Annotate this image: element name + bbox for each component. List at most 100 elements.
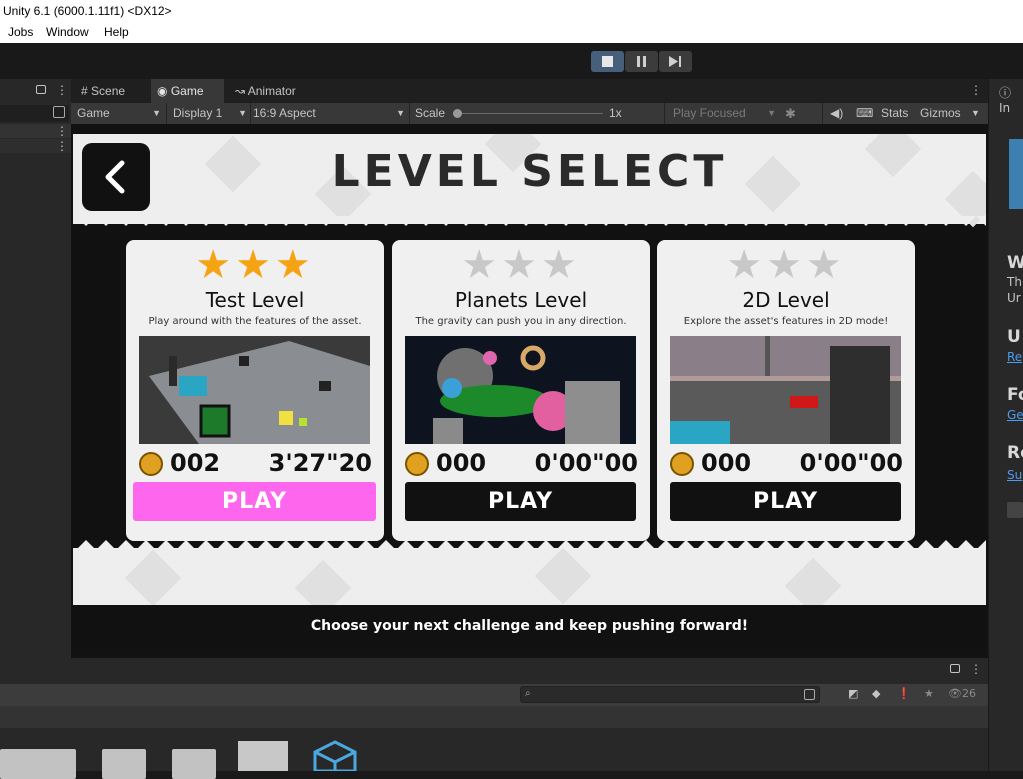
- scale-slider-handle[interactable]: [453, 109, 462, 118]
- map-asset-icon[interactable]: [238, 741, 288, 771]
- inspector-heading: U: [1007, 327, 1021, 347]
- level-thumbnail: [670, 336, 901, 444]
- dropdown-arrow-icon: ▼: [238, 108, 247, 118]
- level-thumbnail: [405, 336, 636, 444]
- tab-animator[interactable]: ↝ Animator: [229, 79, 319, 103]
- pause-icon: [637, 56, 640, 67]
- menu-jobs[interactable]: Jobs: [8, 25, 33, 39]
- pause-button[interactable]: [625, 51, 658, 72]
- project-search-input[interactable]: ⌕: [520, 686, 820, 703]
- star-empty-icon: ★: [501, 242, 541, 288]
- play-focused-dropdown[interactable]: Play Focused ▼: [673, 103, 776, 124]
- menu-window[interactable]: Window: [46, 25, 89, 39]
- keyboard-icon[interactable]: ⌨: [856, 103, 873, 124]
- inspector-link[interactable]: Ge: [1007, 408, 1023, 422]
- warning-icon[interactable]: ❗: [897, 687, 911, 700]
- inspector-heading: Re: [1007, 443, 1023, 463]
- divider: [822, 103, 823, 124]
- folder-icon[interactable]: [32, 749, 76, 779]
- gizmos-button[interactable]: Gizmos: [920, 103, 961, 124]
- inspector-text: Th: [1007, 275, 1022, 289]
- stop-icon: [602, 56, 613, 67]
- dropdown-arrow-icon: ▼: [767, 108, 776, 118]
- hierarchy-panel: ⋮ ⋮ ⋮: [0, 79, 71, 658]
- display-dropdown[interactable]: Display 1 ▼: [173, 103, 247, 124]
- star-filled-icon: ★: [195, 242, 236, 288]
- stats-button[interactable]: Stats: [881, 103, 908, 124]
- star-empty-icon: ★: [766, 242, 806, 288]
- coin-count: 000: [436, 449, 487, 477]
- step-icon: [669, 56, 681, 67]
- label-icon[interactable]: ◆: [872, 687, 880, 700]
- zigzag-edge: [73, 540, 986, 550]
- star-rating: ★★★: [392, 242, 650, 288]
- level-card: ★★★ Planets Level The gravity can push y…: [392, 240, 650, 541]
- star-empty-icon: ★: [726, 242, 767, 288]
- inspector-button[interactable]: [1007, 502, 1023, 518]
- play-button[interactable]: PLAY: [670, 482, 901, 521]
- inspector-heading: W: [1007, 253, 1023, 273]
- menu-help[interactable]: Help: [104, 25, 129, 39]
- scene-icon: #: [81, 84, 88, 98]
- star-empty-icon: ★: [461, 242, 502, 288]
- coin-icon: [670, 452, 694, 476]
- folder-icon[interactable]: [102, 749, 146, 779]
- folder-icon[interactable]: [172, 749, 216, 779]
- play-button[interactable]: PLAY: [405, 482, 636, 521]
- level-select-header: LEVEL SELECT: [73, 134, 986, 228]
- coin-icon: [405, 452, 429, 476]
- play-toolbar: [0, 43, 1023, 79]
- star-filled-icon: ★: [235, 242, 275, 288]
- level-description: Play around with the features of the ass…: [148, 316, 362, 327]
- more-icon[interactable]: ⋮: [970, 662, 982, 676]
- search-filter-icon[interactable]: [53, 106, 65, 118]
- cube-asset-icon[interactable]: [310, 740, 360, 771]
- zigzag-edge: [73, 216, 986, 226]
- tab-game[interactable]: ◉ Game: [151, 79, 224, 103]
- lock-icon[interactable]: [36, 85, 46, 94]
- more-icon[interactable]: ⋮: [970, 83, 982, 97]
- animator-icon: ↝: [235, 84, 246, 98]
- level-thumbnail: [139, 336, 370, 444]
- level-description: The gravity can push you in any directio…: [415, 316, 627, 327]
- game-mode-dropdown[interactable]: Game ▼: [77, 103, 163, 124]
- window-title: Unity 6.1 (6000.1.11f1) <DX12>: [3, 4, 172, 18]
- step-button[interactable]: [659, 51, 692, 72]
- dropdown-arrow-icon[interactable]: ▼: [971, 103, 980, 124]
- lock-icon[interactable]: [950, 664, 960, 673]
- more-icon[interactable]: ⋮: [56, 124, 68, 138]
- search-filter-icon[interactable]: [804, 689, 815, 700]
- inspector-text: Ur: [1007, 291, 1021, 305]
- play-button[interactable]: PLAY: [133, 482, 376, 521]
- star-empty-icon: ★: [540, 242, 581, 288]
- scale-label: Scale: [415, 106, 446, 120]
- level-card: ★★★ 2D Level Explore the asset's feature…: [657, 240, 915, 541]
- stop-button[interactable]: [591, 51, 624, 72]
- inspector-tab[interactable]: ⓘ In: [999, 84, 1023, 115]
- level-description: Explore the asset's features in 2D mode!: [683, 316, 889, 327]
- audio-icon[interactable]: ◀): [830, 103, 843, 124]
- coin-icon: [139, 452, 163, 476]
- inspector-panel: ⓘ In W Th Ur U Re Fo Ge Re Su: [988, 79, 1023, 771]
- project-breadcrumb: [0, 706, 988, 728]
- filter-type-icon[interactable]: ◩: [848, 687, 858, 700]
- best-time: 0'00"00: [799, 449, 903, 477]
- project-toolbar: ◩ ◆ ❗ ★ 👁26: [0, 684, 988, 706]
- level-name: Planets Level: [454, 288, 588, 312]
- tab-scene[interactable]: # Scene: [75, 79, 149, 103]
- inspector-link[interactable]: Re: [1007, 350, 1022, 364]
- more-icon[interactable]: ⋮: [56, 139, 68, 153]
- hidden-count[interactable]: 👁26: [948, 687, 976, 700]
- view-tabs: # Scene ◉ Game ↝ Animator ⋮: [71, 79, 988, 103]
- menu-bar: Jobs Window Help: [0, 23, 1023, 43]
- star-icon[interactable]: ★: [924, 687, 934, 700]
- scale-slider-track[interactable]: [455, 113, 603, 114]
- level-name: Test Level: [205, 288, 305, 312]
- level-select-subtitle: Choose your next challenge and keep push…: [73, 605, 986, 648]
- aspect-dropdown[interactable]: 16:9 Aspect ▼: [253, 103, 405, 124]
- bug-icon[interactable]: ✱: [785, 103, 796, 124]
- divider: [409, 103, 410, 124]
- more-icon[interactable]: ⋮: [56, 83, 68, 97]
- inspector-link[interactable]: Su: [1007, 468, 1022, 482]
- game-view: LEVEL SELECT ★★★ Test Level Play around …: [73, 134, 986, 605]
